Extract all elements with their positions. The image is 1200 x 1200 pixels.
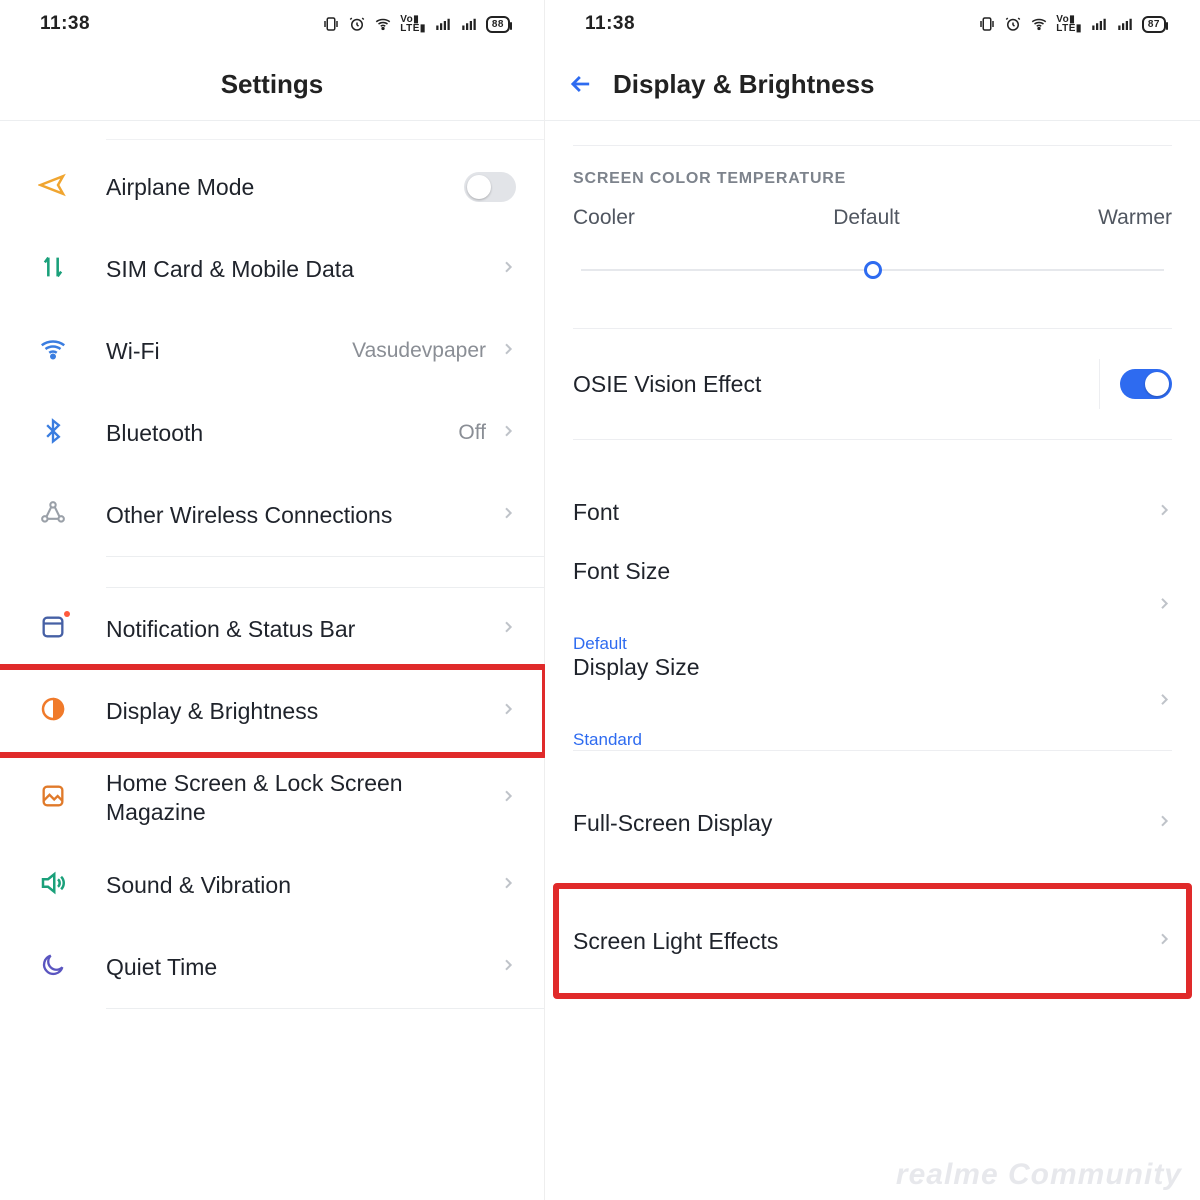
wifi-icon <box>374 15 392 33</box>
row-value: Off <box>458 421 486 445</box>
back-button[interactable] <box>565 68 597 100</box>
bluetooth-icon <box>39 417 67 450</box>
settings-screen: 11:38 Vo▮LTE▮ 88 Settings Airplane Mode <box>0 0 545 1200</box>
row-sound-vibration[interactable]: Sound & Vibration <box>0 844 544 926</box>
row-display-size[interactable]: Display Size Standard <box>573 654 1172 750</box>
settings-list: Airplane Mode SIM Card & Mobile Data Wi-… <box>0 121 544 1009</box>
chevron-right-icon <box>1156 813 1172 834</box>
alarm-icon <box>1004 15 1022 33</box>
brightness-icon <box>38 694 68 729</box>
row-label: Font Size <box>573 558 670 630</box>
header: Settings <box>0 48 544 120</box>
row-subvalue: Default <box>573 634 627 654</box>
chevron-right-icon <box>1156 931 1172 952</box>
moon-icon <box>39 951 67 984</box>
chevron-right-icon <box>500 505 516 526</box>
notification-icon <box>39 613 67 646</box>
alarm-icon <box>348 15 366 33</box>
row-font[interactable]: Font <box>573 466 1172 558</box>
row-screen-light-effects[interactable]: Screen Light Effects <box>573 887 1172 995</box>
row-label: Other Wireless Connections <box>106 502 500 529</box>
chevron-right-icon <box>500 423 516 444</box>
volte-icon: Vo▮LTE▮ <box>1056 15 1082 33</box>
row-wifi[interactable]: Wi-Fi Vasudevpaper <box>0 310 544 392</box>
row-value: Vasudevpaper <box>352 339 486 363</box>
status-bar: 11:38 Vo▮LTE▮ 87 <box>545 0 1200 48</box>
row-label: Bluetooth <box>106 420 458 447</box>
airplane-icon <box>38 170 68 205</box>
row-osie-vision-effect[interactable]: OSIE Vision Effect <box>573 329 1172 439</box>
page-title: Settings <box>20 69 524 100</box>
row-label: Display & Brightness <box>106 698 500 725</box>
display-brightness-screen: 11:38 Vo▮LTE▮ 87 Display & Brightness SC… <box>545 0 1200 1200</box>
temp-label-warmer: Warmer <box>1098 206 1172 230</box>
row-label: Notification & Status Bar <box>106 616 500 643</box>
chevron-right-icon <box>500 875 516 896</box>
row-bluetooth[interactable]: Bluetooth Off <box>0 392 544 474</box>
chevron-right-icon <box>1156 596 1172 617</box>
chevron-right-icon <box>500 788 516 809</box>
row-quiet-time[interactable]: Quiet Time <box>0 926 544 1008</box>
chevron-right-icon <box>500 957 516 978</box>
chevron-right-icon <box>500 701 516 722</box>
row-full-screen-display[interactable]: Full-Screen Display <box>573 777 1172 869</box>
row-label: Font <box>573 499 1156 526</box>
row-subvalue: Standard <box>573 730 642 750</box>
chevron-right-icon <box>500 619 516 640</box>
row-label: Airplane Mode <box>106 174 464 201</box>
airplane-toggle[interactable] <box>464 172 516 202</box>
row-label: SIM Card & Mobile Data <box>106 256 500 283</box>
chevron-right-icon <box>1156 502 1172 523</box>
osie-toggle[interactable] <box>1120 369 1172 399</box>
row-label: Display Size <box>573 654 700 726</box>
color-temp-labels: Cooler Default Warmer <box>573 206 1172 250</box>
battery-indicator: 88 <box>486 16 510 33</box>
wallpaper-icon <box>39 782 67 815</box>
status-time: 11:38 <box>585 13 635 35</box>
temp-label-cooler: Cooler <box>573 206 635 230</box>
sound-icon <box>38 868 68 903</box>
row-label: Wi-Fi <box>106 338 352 365</box>
vibrate-icon <box>322 15 340 33</box>
row-label: Full-Screen Display <box>573 810 1156 837</box>
row-display-brightness[interactable]: Display & Brightness <box>0 670 544 752</box>
row-sim-mobile-data[interactable]: SIM Card & Mobile Data <box>0 228 544 310</box>
status-time: 11:38 <box>40 13 90 35</box>
row-notification-status-bar[interactable]: Notification & Status Bar <box>0 588 544 670</box>
row-airplane-mode[interactable]: Airplane Mode <box>0 146 544 228</box>
battery-indicator: 87 <box>1142 16 1166 33</box>
vibrate-icon <box>978 15 996 33</box>
row-label: Home Screen & Lock Screen Magazine <box>106 769 500 827</box>
row-label: OSIE Vision Effect <box>573 371 1099 398</box>
wifi-icon <box>38 334 68 369</box>
signal-icon <box>434 15 452 33</box>
color-temperature-slider[interactable] <box>581 258 1164 282</box>
watermark: realme Community <box>896 1158 1182 1192</box>
signal-icon <box>1090 15 1108 33</box>
sim-icon <box>39 253 67 286</box>
signal-icon-2 <box>1116 15 1134 33</box>
row-label: Quiet Time <box>106 954 500 981</box>
section-color-temperature: SCREEN COLOR TEMPERATURE <box>573 146 1172 206</box>
row-home-lock-magazine[interactable]: Home Screen & Lock Screen Magazine <box>0 752 544 844</box>
chevron-right-icon <box>1156 692 1172 713</box>
row-label: Sound & Vibration <box>106 872 500 899</box>
status-bar: 11:38 Vo▮LTE▮ 88 <box>0 0 544 48</box>
header: Display & Brightness <box>545 48 1200 120</box>
row-label: Screen Light Effects <box>573 928 1156 955</box>
temp-label-default: Default <box>833 206 900 230</box>
signal-icon-2 <box>460 15 478 33</box>
share-icon <box>39 499 67 532</box>
chevron-right-icon <box>500 341 516 362</box>
wifi-icon <box>1030 15 1048 33</box>
page-title: Display & Brightness <box>597 69 1180 100</box>
row-other-wireless[interactable]: Other Wireless Connections <box>0 474 544 556</box>
row-font-size[interactable]: Font Size Default <box>573 558 1172 654</box>
chevron-right-icon <box>500 259 516 280</box>
volte-icon: Vo▮LTE▮ <box>400 15 426 33</box>
